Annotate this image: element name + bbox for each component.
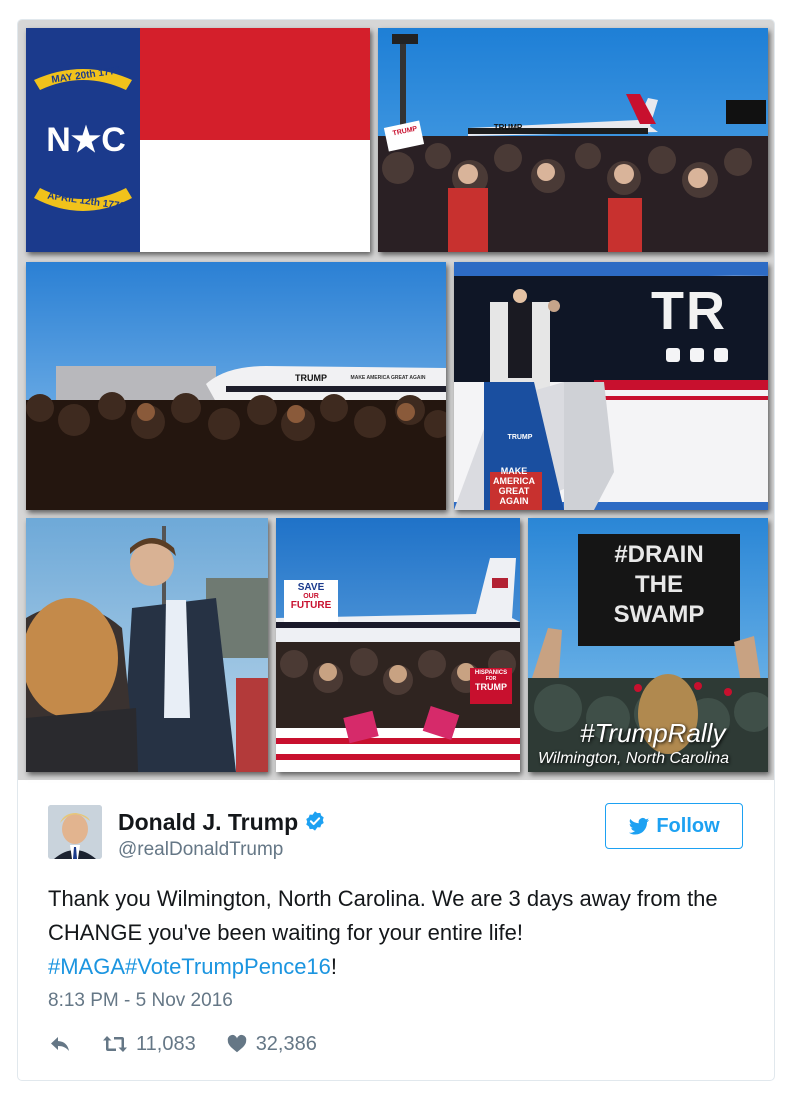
stairs-sign-line3: GREAT <box>498 486 530 496</box>
plane1-livery: TRUMP <box>493 123 523 132</box>
reply-button[interactable] <box>48 1032 72 1056</box>
retweet-button[interactable]: 11,083 <box>102 1032 196 1056</box>
drain-line2: THE <box>635 571 683 598</box>
save-future-sign: SAVE OUR FUTURE <box>284 582 338 611</box>
stairs-sign: MAKE AMERICA GREAT AGAIN <box>484 466 544 506</box>
stairs-sign-line2: AMERICA <box>493 476 535 486</box>
tweet-actions: 11,083 32,386 <box>48 1032 347 1056</box>
twitter-bird-icon <box>628 815 650 837</box>
tweet-text: Thank you Wilmington, North Carolina. We… <box>48 882 748 984</box>
verified-badge-icon <box>304 810 326 832</box>
plane3-livery: TR <box>651 281 727 341</box>
plane2-subtitle: MAKE AMERICA GREAT AGAIN <box>350 375 426 381</box>
drain-swamp-image: #DRAIN THE SWAMP #TrumpRally Wilmington,… <box>528 518 768 772</box>
hispanics-line3: TRUMP <box>475 682 507 692</box>
stairs-sign-line4: AGAIN <box>499 496 529 506</box>
save-sign-line3: FUTURE <box>290 600 332 611</box>
retweet-count: 11,083 <box>136 1032 196 1055</box>
crowd-plane-wide-image: TRUMP MAKE AMERICA GREAT AGAIN <box>26 262 446 510</box>
stairs-sign-line1: MAKE <box>500 466 528 476</box>
tweet-timestamp[interactable]: 8:13 PM - 5 Nov 2016 <box>48 990 233 1012</box>
save-sign-line2: OUR <box>303 593 319 600</box>
retweet-icon <box>102 1032 128 1056</box>
plane2-livery: TRUMP <box>295 373 327 383</box>
flag-letters: N★C <box>46 121 126 159</box>
drain-line3: SWAMP <box>613 601 705 628</box>
tweet-suffix: ! <box>330 954 338 979</box>
nc-flag-image: MAY 20th 1775 N★C APRIL 12th 1776 <box>26 28 370 252</box>
plane-stairs-image: TR TRUMP MAKE AMERICA GREAT AGAIN <box>454 262 768 510</box>
follow-label[interactable]: Follow <box>656 815 719 838</box>
tweet-body: Thank you Wilmington, North Carolina. We… <box>48 886 718 945</box>
reply-icon <box>48 1032 72 1056</box>
author-handle[interactable]: @realDonaldTrump <box>118 839 283 861</box>
tweet-card: MAY 20th 1775 N★C APRIL 12th 1776 TRUMP … <box>17 19 775 1081</box>
like-count: 32,386 <box>255 1032 317 1055</box>
rally-location-caption: Wilmington, North Carolina <box>538 750 730 767</box>
like-button[interactable]: 32,386 <box>226 1033 317 1056</box>
drain-line1: #DRAIN <box>614 541 704 568</box>
rally-hashtag-caption: #TrumpRally <box>580 718 726 748</box>
heart-icon <box>226 1033 248 1055</box>
follow-button[interactable]: Follow <box>605 803 743 849</box>
stairs-sign-small: TRUMP <box>507 434 533 441</box>
rally-crowd-plane-image: TRUMP TRUMP <box>378 28 768 252</box>
save-future-crowd-image: SAVE OUR FUTURE HISPANICS FOR TRUMP <box>276 518 520 772</box>
hispanics-sign: HISPANICS FOR TRUMP <box>470 670 512 692</box>
photo-collage[interactable]: MAY 20th 1775 N★C APRIL 12th 1776 TRUMP … <box>18 20 774 780</box>
author-name[interactable]: Donald J. Trump <box>118 809 326 836</box>
tweet-hashtags-link[interactable]: #MAGA#VoteTrumpPence16 <box>48 954 331 979</box>
speaker-crowd-image <box>26 518 268 772</box>
drain-swamp-sign: #DRAIN THE SWAMP <box>578 540 740 630</box>
save-sign-line1: SAVE <box>297 582 325 593</box>
author-name-text[interactable]: Donald J. Trump <box>118 809 298 835</box>
avatar[interactable] <box>48 805 102 859</box>
